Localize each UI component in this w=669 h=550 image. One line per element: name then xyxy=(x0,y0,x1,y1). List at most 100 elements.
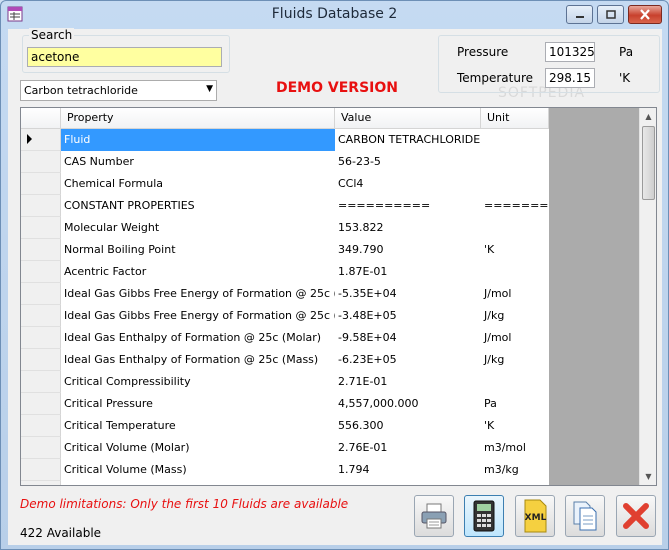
table-row[interactable]: Normal Boiling Point 349.790 'K xyxy=(21,239,549,261)
scroll-down-icon[interactable]: ▼ xyxy=(640,468,656,485)
row-selector[interactable] xyxy=(21,195,61,217)
cell-value[interactable]: ========== xyxy=(335,195,481,217)
table-row[interactable]: Critical Volume (Mass) 1.794 m3/kg xyxy=(21,459,549,481)
cell-property[interactable]: Critical Compressibility xyxy=(61,371,335,393)
calculator-button[interactable] xyxy=(464,495,504,537)
cell-property[interactable]: Molecular Weight xyxy=(61,217,335,239)
cell-unit[interactable]: 'K xyxy=(481,239,549,261)
cell-unit[interactable] xyxy=(481,261,549,283)
table-row[interactable]: Ideal Gas Enthalpy of Formation @ 25c (M… xyxy=(21,327,549,349)
cell-property[interactable]: Critical Temperature xyxy=(61,415,335,437)
cell-property[interactable]: Ideal Gas Gibbs Free Energy of Formation… xyxy=(61,283,335,305)
cell-unit[interactable]: J/kg xyxy=(481,349,549,371)
copy-button[interactable] xyxy=(565,495,605,537)
cell-property[interactable]: Ideal Gas Enthalpy of Formation @ 25c (M… xyxy=(61,349,335,371)
properties-grid[interactable]: Property Value Unit Fluid CARBON TETRACHL… xyxy=(20,107,657,486)
minimize-button[interactable] xyxy=(566,5,593,24)
cell-property[interactable]: CAS Number xyxy=(61,151,335,173)
row-selector[interactable] xyxy=(21,349,61,371)
table-row[interactable]: Acentric Factor 1.87E-01 xyxy=(21,261,549,283)
cell-property[interactable]: Critical Volume (Molar) xyxy=(61,437,335,459)
row-selector[interactable] xyxy=(21,393,61,415)
row-selector[interactable] xyxy=(21,415,61,437)
cell-property[interactable]: Fluid xyxy=(61,129,335,151)
cell-unit[interactable] xyxy=(481,173,549,195)
cell-unit[interactable]: 'K xyxy=(481,415,549,437)
cell-unit[interactable] xyxy=(481,371,549,393)
cell-property[interactable]: Chemical Formula xyxy=(61,173,335,195)
table-row[interactable]: Triple Point Pressure xyxy=(21,481,549,485)
pressure-input[interactable]: 101325 xyxy=(545,42,595,62)
maximize-button[interactable] xyxy=(597,5,624,24)
table-row[interactable]: Molecular Weight 153.822 xyxy=(21,217,549,239)
cell-property[interactable]: CONSTANT PROPERTIES xyxy=(61,195,335,217)
row-selector[interactable] xyxy=(21,481,61,485)
cell-unit[interactable]: Pa xyxy=(481,393,549,415)
cell-unit[interactable]: m3/mol xyxy=(481,437,549,459)
cell-value[interactable]: 1.794 xyxy=(335,459,481,481)
table-row[interactable]: Ideal Gas Enthalpy of Formation @ 25c (M… xyxy=(21,349,549,371)
column-header-value[interactable]: Value xyxy=(335,108,481,128)
row-selector[interactable] xyxy=(21,327,61,349)
cell-value[interactable]: CCl4 xyxy=(335,173,481,195)
row-selector[interactable] xyxy=(21,305,61,327)
cell-value[interactable]: -6.23E+05 xyxy=(335,349,481,371)
table-row[interactable]: Critical Temperature 556.300 'K xyxy=(21,415,549,437)
row-selector[interactable] xyxy=(21,129,61,151)
table-row[interactable]: Critical Pressure 4,557,000.000 Pa xyxy=(21,393,549,415)
cell-value[interactable]: 2.76E-01 xyxy=(335,437,481,459)
cell-unit[interactable] xyxy=(481,129,549,151)
table-row[interactable]: Fluid CARBON TETRACHLORIDE xyxy=(21,129,549,151)
cell-value[interactable]: 2.71E-01 xyxy=(335,371,481,393)
cell-value[interactable]: CARBON TETRACHLORIDE xyxy=(335,129,481,151)
cell-property[interactable]: Critical Pressure xyxy=(61,393,335,415)
cell-property[interactable]: Ideal Gas Enthalpy of Formation @ 25c (M… xyxy=(61,327,335,349)
row-selector[interactable] xyxy=(21,217,61,239)
row-selector[interactable] xyxy=(21,283,61,305)
cell-value[interactable]: -9.58E+04 xyxy=(335,327,481,349)
table-row[interactable]: Critical Compressibility 2.71E-01 xyxy=(21,371,549,393)
row-selector[interactable] xyxy=(21,459,61,481)
row-selector[interactable] xyxy=(21,371,61,393)
row-selector[interactable] xyxy=(21,437,61,459)
cell-unit[interactable]: J/mol xyxy=(481,283,549,305)
cell-unit[interactable] xyxy=(481,481,549,485)
table-row[interactable]: CONSTANT PROPERTIES==================== xyxy=(21,195,549,217)
cell-property[interactable]: Ideal Gas Gibbs Free Energy of Formation… xyxy=(61,305,335,327)
cell-property[interactable]: Normal Boiling Point xyxy=(61,239,335,261)
export-xml-button[interactable]: XML xyxy=(515,495,555,537)
cell-unit[interactable]: ========== xyxy=(481,195,549,217)
scroll-up-icon[interactable]: ▲ xyxy=(640,108,656,125)
cell-property[interactable]: Acentric Factor xyxy=(61,261,335,283)
print-button[interactable] xyxy=(414,495,454,537)
row-selector[interactable] xyxy=(21,261,61,283)
table-row[interactable]: Critical Volume (Molar) 2.76E-01 m3/mol xyxy=(21,437,549,459)
column-header-unit[interactable]: Unit xyxy=(481,108,549,128)
cell-value[interactable]: 4,557,000.000 xyxy=(335,393,481,415)
cell-value[interactable]: -5.35E+04 xyxy=(335,283,481,305)
fluid-dropdown[interactable]: Carbon tetrachloride ▼ xyxy=(20,80,217,101)
table-row[interactable]: Ideal Gas Gibbs Free Energy of Formation… xyxy=(21,305,549,327)
temperature-input[interactable]: 298.15 xyxy=(545,68,595,88)
cell-value[interactable] xyxy=(335,481,481,485)
cell-unit[interactable] xyxy=(481,217,549,239)
cell-unit[interactable]: J/kg xyxy=(481,305,549,327)
table-row[interactable]: CAS Number 56-23-5 xyxy=(21,151,549,173)
cell-unit[interactable]: m3/kg xyxy=(481,459,549,481)
exit-button[interactable] xyxy=(616,495,656,537)
cell-unit[interactable]: J/mol xyxy=(481,327,549,349)
cell-property[interactable]: Triple Point Pressure xyxy=(61,481,335,485)
cell-value[interactable]: -3.48E+05 xyxy=(335,305,481,327)
close-window-button[interactable] xyxy=(628,5,662,24)
cell-value[interactable]: 1.87E-01 xyxy=(335,261,481,283)
search-input[interactable]: acetone xyxy=(27,47,222,67)
cell-unit[interactable] xyxy=(481,151,549,173)
cell-value[interactable]: 556.300 xyxy=(335,415,481,437)
row-selector[interactable] xyxy=(21,151,61,173)
title-bar[interactable]: Fluids Database 2 xyxy=(1,1,668,29)
cell-value[interactable]: 56-23-5 xyxy=(335,151,481,173)
cell-value[interactable]: 153.822 xyxy=(335,217,481,239)
row-selector[interactable] xyxy=(21,173,61,195)
cell-value[interactable]: 349.790 xyxy=(335,239,481,261)
table-row[interactable]: Ideal Gas Gibbs Free Energy of Formation… xyxy=(21,283,549,305)
